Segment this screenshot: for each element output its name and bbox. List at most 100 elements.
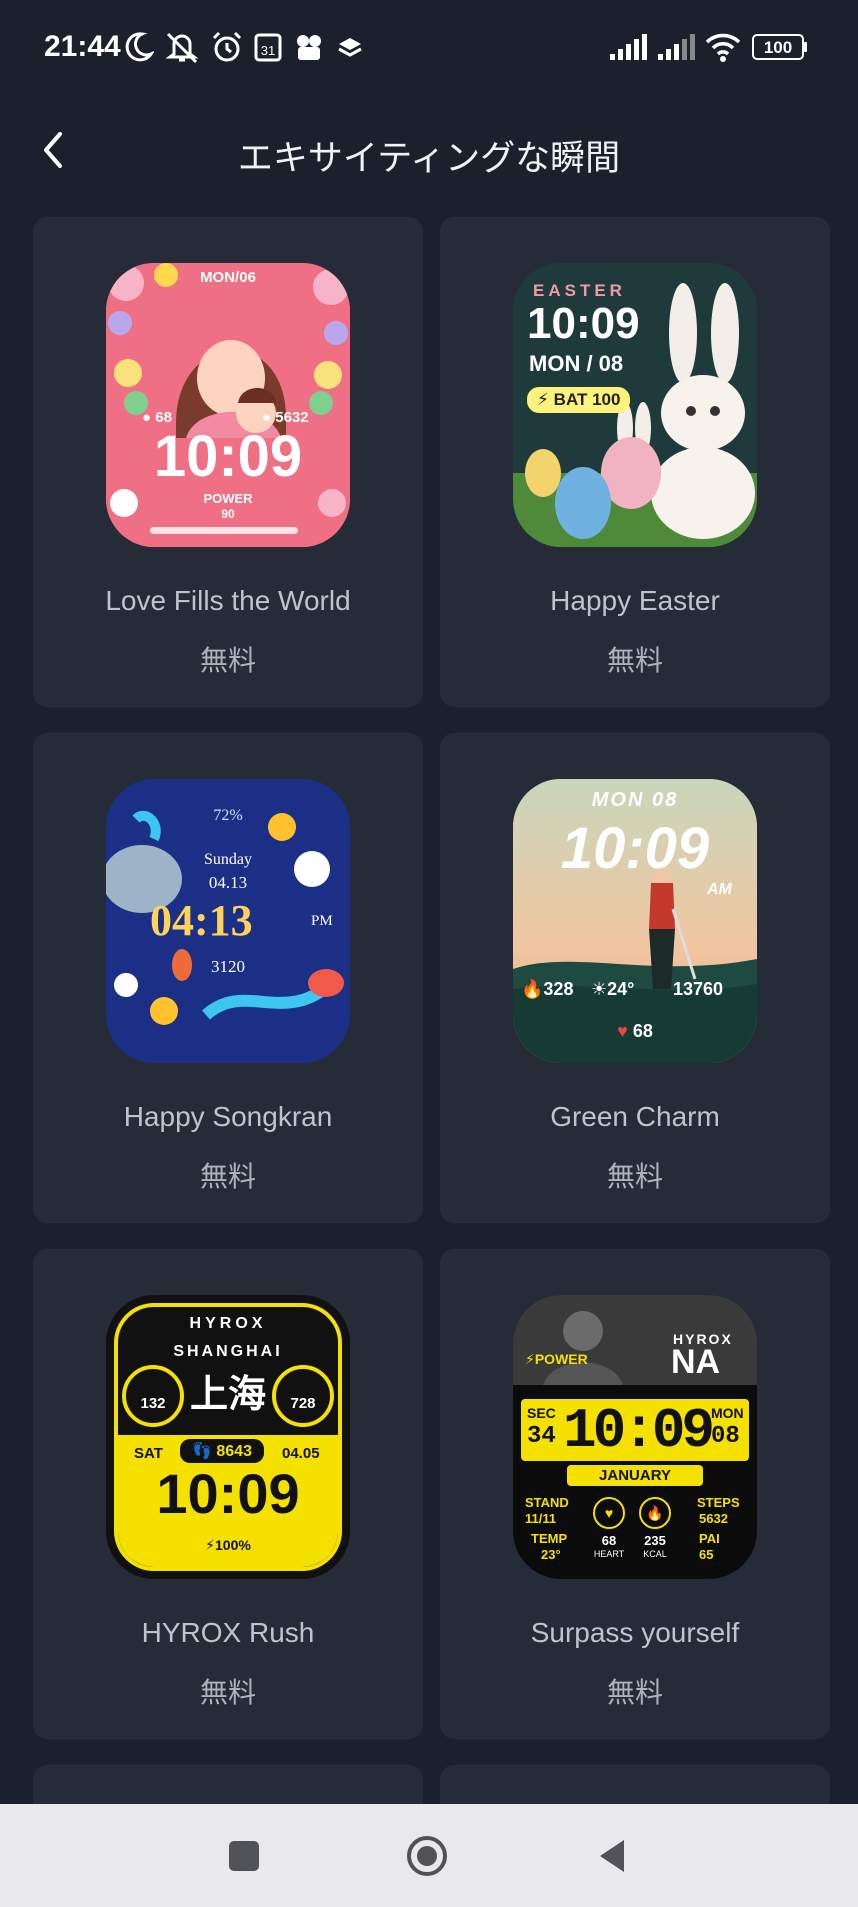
weekday: MON — [711, 1405, 744, 1421]
header: エキサイティングな瞬間 — [0, 100, 858, 220]
watchface-preview[interactable]: MON/06 ● 68 ● 5632 10:09 POWER 90 — [106, 263, 350, 547]
steps-value: 13760 — [673, 979, 723, 1000]
watchface-card-hyrox-rush[interactable]: HYROX SHANGHAI 上海 132 728 SAT 👣 8643 04.… — [33, 1249, 423, 1739]
brand-label: HYROX — [189, 1315, 267, 1332]
power-bar — [150, 527, 298, 534]
system-navigation-bar — [0, 1804, 858, 1907]
easter-label: EASTER — [533, 281, 626, 300]
watchface-card-love-fills-the-world[interactable]: MON/06 ● 68 ● 5632 10:09 POWER 90 Love F… — [33, 217, 423, 707]
watchface-time: 10:09 — [527, 299, 640, 348]
steps-badge: 👣 8643 — [180, 1439, 264, 1463]
watchface-time: 10:09 — [560, 816, 710, 881]
steps-value: 5632 — [699, 1511, 728, 1526]
watchface-time: 04:13 — [150, 896, 253, 945]
power-value: 90 — [221, 507, 235, 521]
steps-label: STEPS — [697, 1495, 740, 1510]
battery-percent: ⚡100% — [205, 1537, 251, 1553]
moon-icon — [125, 32, 154, 62]
watchface-preview[interactable]: 72% Sunday 04.13 04:13 PM 3120 — [106, 779, 350, 1063]
calendar-icon: 31 — [254, 33, 282, 62]
battery-text: 100% — [215, 1537, 251, 1553]
watchface-price: 無料 — [199, 645, 256, 676]
watchface-date: 04.13 — [208, 873, 248, 892]
temp-value: 23° — [541, 1547, 561, 1562]
steps-text: 13760 — [673, 979, 724, 999]
weekday: SAT — [134, 1445, 163, 1462]
battery-text: BAT 100 — [553, 390, 621, 409]
heart-value: 68 — [601, 1533, 617, 1548]
watchface-price: 無料 — [199, 1161, 256, 1192]
wifi-icon — [705, 33, 741, 62]
watchface-name: HYROX Rush — [141, 1617, 315, 1648]
brand-subtitle: NA — [671, 1343, 721, 1381]
heart-rate-value: ♥ 68 — [617, 1021, 653, 1041]
battery-badge: ⚡ BAT 100 — [527, 387, 631, 413]
heart-icon: ♥ — [593, 1497, 625, 1529]
heart-label: HEART — [593, 1549, 625, 1559]
city-label: SHANGHAI — [173, 1343, 283, 1360]
watchface-card-happy-easter[interactable]: EASTER 10:09 MON / 08 ⚡ BAT 100 Happy Ea… — [440, 217, 830, 707]
kcal-icon: 🔥 — [639, 1497, 671, 1529]
watchface-price: 無料 — [606, 645, 663, 676]
calories-value: 🔥328 — [521, 979, 574, 999]
temp-label: TEMP — [531, 1531, 568, 1546]
watchface-date: 04.05 — [282, 1445, 320, 1462]
power-text: POWER — [534, 1351, 588, 1367]
signal-icon-1 — [610, 34, 647, 60]
watchface-card-partial[interactable] — [440, 1765, 830, 1805]
calories-text: 328 — [543, 979, 574, 999]
steps-text: 8643 — [216, 1443, 252, 1460]
temperature-value: ☀24° — [591, 979, 635, 999]
watchface-date: 08 — [711, 1423, 740, 1450]
app-notification-icon — [297, 35, 321, 60]
watchface-date: MON/06 — [200, 269, 256, 286]
kcal-value: 235 — [644, 1533, 666, 1548]
weekday: Sunday — [204, 851, 252, 868]
watchface-name: Happy Easter — [550, 585, 720, 616]
temperature-text: 24° — [607, 979, 635, 999]
watchface-price: 無料 — [606, 1161, 663, 1192]
watchface-card-happy-songkran[interactable]: 72% Sunday 04.13 04:13 PM 3120 Happy Son… — [33, 733, 423, 1223]
watchface-card-green-charm[interactable]: MON 08 10:09 AM 🔥328 ☀24° 13760 ♥ 68 Gre… — [440, 733, 830, 1223]
steps-value: 3120 — [211, 957, 245, 976]
watchface-time: 10:09 — [153, 424, 303, 489]
watchface-name: Green Charm — [550, 1101, 720, 1132]
kcal-label: KCAL — [643, 1549, 667, 1559]
watchface-card-surpass-yourself[interactable]: ⚡POWER HYROX NA SEC 34 10:09 MON 08 JANU… — [440, 1249, 830, 1739]
layers-icon — [338, 38, 362, 57]
battery-percent: 72% — [213, 807, 243, 824]
ampm: PM — [311, 913, 333, 929]
home-button[interactable] — [405, 1834, 449, 1878]
stand-label: STAND — [525, 1495, 569, 1510]
recents-button[interactable] — [222, 1834, 266, 1878]
alarm-icon — [212, 31, 242, 62]
watchface-preview[interactable]: MON 08 10:09 AM 🔥328 ☀24° 13760 ♥ 68 — [513, 779, 757, 1063]
watchface-date: MON 08 — [591, 789, 679, 811]
watchface-preview[interactable]: HYROX SHANGHAI 上海 132 728 SAT 👣 8643 04.… — [106, 1295, 350, 1579]
watchface-price: 無料 — [606, 1677, 663, 1708]
power-label: ⚡POWER — [525, 1351, 588, 1367]
nav-back-button[interactable] — [592, 1834, 636, 1878]
status-bar: 21:44 31 100 — [0, 0, 858, 100]
watchface-preview[interactable]: EASTER 10:09 MON / 08 ⚡ BAT 100 — [513, 263, 757, 547]
svg-text:31: 31 — [261, 43, 275, 58]
watchface-price: 無料 — [199, 1677, 256, 1708]
stand-value: 11/11 — [525, 1511, 557, 1526]
watchface-preview[interactable]: ⚡POWER HYROX NA SEC 34 10:09 MON 08 JANU… — [513, 1295, 757, 1579]
right-gauge-value: 728 — [290, 1395, 316, 1412]
mute-icon — [165, 32, 199, 64]
month-label: JANUARY — [567, 1465, 703, 1486]
status-time: 21:44 — [44, 30, 121, 63]
ampm: AM — [707, 881, 732, 898]
watchface-card-partial[interactable] — [33, 1765, 423, 1805]
battery-icon: 100 — [752, 34, 807, 60]
heart-rate-text: 68 — [632, 1021, 653, 1041]
page-title: エキサイティングな瞬間 — [237, 139, 621, 178]
left-gauge-value: 132 — [140, 1395, 166, 1412]
signal-icon-2 — [658, 34, 695, 60]
watchface-name: Surpass yourself — [530, 1617, 740, 1648]
watchface-name: Happy Songkran — [123, 1101, 333, 1132]
watchface-date: MON / 08 — [529, 351, 624, 376]
watchface-time: 10:09 — [156, 1462, 300, 1525]
battery-level: 100 — [763, 38, 793, 57]
